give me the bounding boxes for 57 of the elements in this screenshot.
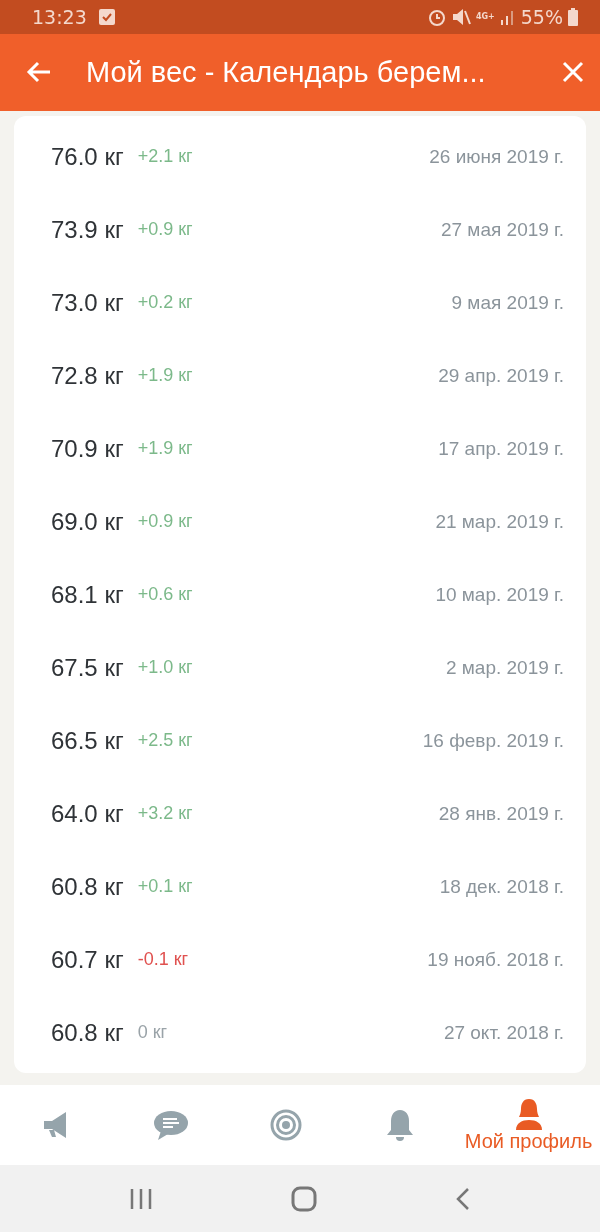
entry-date: 16 февр. 2019 г.: [422, 729, 564, 752]
weight-change: +1.0 кг: [137, 657, 193, 679]
entry-date: 21 мар. 2019 г.: [435, 510, 564, 533]
weight-value: 60.8 кг: [51, 872, 124, 901]
weight-change: +0.2 кг: [137, 292, 193, 314]
entry-date: 27 мая 2019 г.: [440, 218, 564, 241]
close-icon[interactable]: [562, 61, 584, 84]
weight-value: 73.0 кг: [51, 288, 124, 317]
weight-change: +0.6 кг: [137, 584, 193, 606]
weight-value: 73.9 кг: [51, 215, 124, 244]
nav-tab[interactable]: Мой профиль: [457, 1097, 600, 1153]
battery-icon: [568, 7, 578, 26]
weight-change: +1.9 кг: [137, 365, 193, 387]
entry-date: 2 мар. 2019 г.: [445, 656, 564, 679]
entry-date: 29 апр. 2019 г.: [438, 364, 564, 387]
back-icon[interactable]: [455, 1186, 471, 1211]
weight-value: 68.1 кг: [51, 580, 124, 609]
weight-value: 67.5 кг: [51, 653, 124, 682]
weight-change: +1.9 кг: [137, 438, 193, 460]
weight-change: -0.1 кг: [137, 949, 189, 971]
home-icon[interactable]: [291, 1185, 317, 1212]
alarm-icon: [427, 7, 446, 26]
back-arrow-icon[interactable]: [26, 60, 52, 85]
entry-date: 10 мар. 2019 г.: [435, 583, 564, 606]
entry-date: 27 окт. 2018 г.: [443, 1021, 564, 1044]
entry-date: 18 дек. 2018 г.: [439, 875, 564, 898]
bell-icon: [384, 1108, 416, 1143]
checkbox-icon: [98, 8, 115, 25]
weight-change: +2.1 кг: [137, 146, 193, 168]
weight-change: +3.2 кг: [137, 803, 193, 825]
target-icon: [269, 1109, 302, 1142]
battery-level: 55%: [520, 5, 563, 28]
weight-change: +0.1 кг: [137, 876, 193, 898]
entry-date: 26 июня 2019 г.: [429, 145, 564, 168]
weight-value: 76.0 кг: [51, 142, 124, 171]
entry-date: 9 мая 2019 г.: [451, 291, 564, 314]
mute-icon: [450, 7, 471, 26]
status-time: 13:23: [32, 5, 87, 28]
weight-change: 0 кг: [137, 1022, 168, 1044]
weight-value: 72.8 кг: [51, 361, 124, 390]
weight-value: 69.0 кг: [51, 507, 124, 536]
entry-date: 17 апр. 2019 г.: [438, 437, 564, 460]
weight-value: 64.0 кг: [51, 799, 124, 828]
screen-title: Мой вес - Календарь берем...: [86, 55, 487, 89]
entry-date: 19 нояб. 2018 г.: [427, 948, 564, 971]
recent-apps-icon[interactable]: [129, 1187, 153, 1210]
weight-change: +0.9 кг: [137, 219, 193, 241]
weight-value: 70.9 кг: [51, 434, 124, 463]
network-type: 4G+: [475, 12, 495, 22]
weight-value: 60.7 кг: [51, 945, 124, 974]
signal-icon: [499, 8, 516, 25]
entry-date: 28 янв. 2019 г.: [438, 802, 564, 825]
weight-change: +2.5 кг: [137, 730, 193, 752]
weight-value: 66.5 кг: [51, 726, 124, 755]
chat-icon: [153, 1109, 190, 1142]
weight-change: +0.9 кг: [137, 511, 193, 533]
weight-value: 60.8 кг: [51, 1018, 124, 1047]
